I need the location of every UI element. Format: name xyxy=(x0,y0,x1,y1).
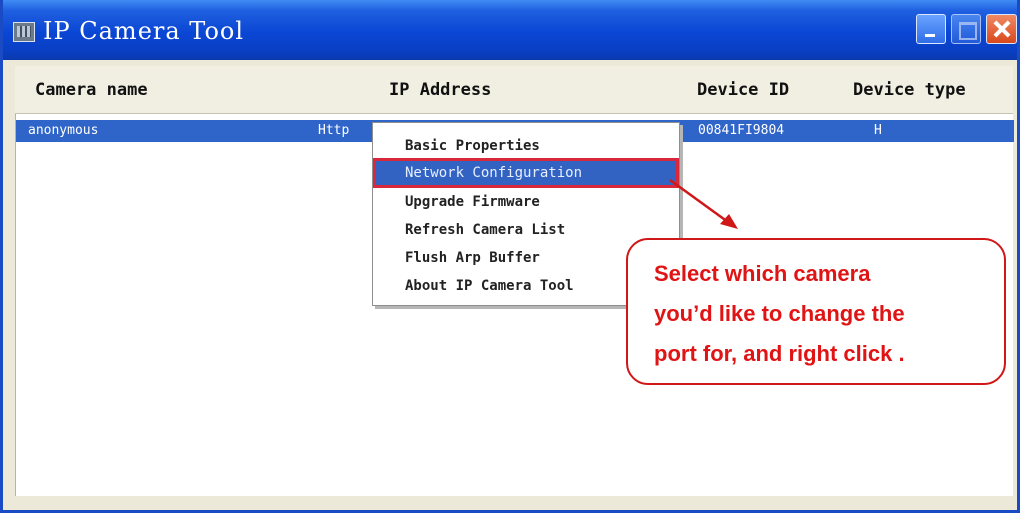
window-title: IP Camera Tool xyxy=(43,17,245,45)
instruction-callout: Select which camera you’d like to change… xyxy=(626,238,1006,385)
minimize-icon[interactable] xyxy=(916,14,946,44)
app-icon xyxy=(13,22,35,42)
cell-device-type: H xyxy=(874,123,882,138)
column-device-type[interactable]: Device type xyxy=(853,66,966,114)
menu-item-network-configuration[interactable]: Network Configuration xyxy=(373,158,679,188)
close-icon[interactable] xyxy=(986,14,1017,44)
cell-ip-address: Http xyxy=(318,123,350,138)
column-ip-address[interactable]: IP Address xyxy=(389,66,491,114)
maximize-icon[interactable] xyxy=(951,14,981,44)
cell-device-id: 00841FI9804 xyxy=(698,123,785,138)
title-bar[interactable]: IP Camera Tool xyxy=(3,0,1017,60)
menu-item-refresh-camera-list[interactable]: Refresh Camera List xyxy=(375,217,677,243)
callout-line: you’d like to change the xyxy=(654,301,905,326)
cell-camera-name: anonymous xyxy=(28,123,99,138)
callout-line: port for, and right click . xyxy=(654,341,905,366)
callout-line: Select which camera xyxy=(654,261,871,286)
column-camera-name[interactable]: Camera name xyxy=(35,66,148,114)
column-device-id[interactable]: Device ID xyxy=(697,66,789,114)
column-header: Camera name IP Address Device ID Device … xyxy=(15,66,1013,114)
menu-item-upgrade-firmware[interactable]: Upgrade Firmware xyxy=(375,189,677,215)
menu-item-basic-properties[interactable]: Basic Properties xyxy=(375,133,677,159)
